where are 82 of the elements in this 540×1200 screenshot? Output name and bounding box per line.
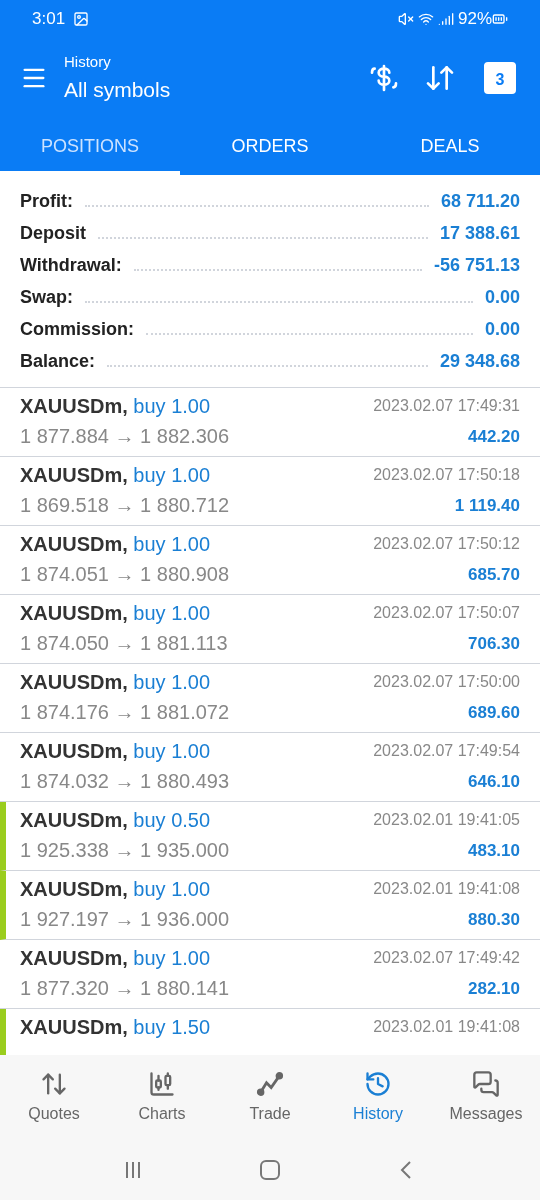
position-title: XAUUSDm, buy 1.00 xyxy=(20,946,212,971)
profit-value: 706.30 xyxy=(468,633,520,655)
wifi-icon xyxy=(417,11,434,27)
summary-label: Balance: xyxy=(20,350,96,373)
home-icon[interactable] xyxy=(260,1160,280,1180)
close-time: 2023.02.07 17:50:07 xyxy=(373,603,520,623)
tab[interactable]: ORDERS xyxy=(180,118,360,175)
close-time: 2023.02.07 17:50:00 xyxy=(373,672,520,692)
status-time: 3:01 xyxy=(32,8,66,31)
summary-label: Swap: xyxy=(20,286,73,309)
summary-label: Profit: xyxy=(20,190,73,213)
close-time: 2023.02.01 19:41:05 xyxy=(373,810,520,830)
header-title: All symbols xyxy=(64,76,171,103)
position-title: XAUUSDm, buy 1.00 xyxy=(20,463,212,488)
price-change: 1 877.884 → 1 882.306 xyxy=(20,424,230,449)
close-time: 2023.02.07 17:50:12 xyxy=(373,534,520,554)
position-row[interactable]: XAUUSDm, buy 1.00 1 874.032 → 1 880.493 2023.02.07 17:49:54 646.10 xyxy=(0,733,540,802)
position-row[interactable]: XAUUSDm, buy 1.00 1 877.320 → 1 880.141 2023.02.07 17:49:42 282.10 xyxy=(0,940,540,1009)
mute-icon xyxy=(397,11,414,27)
position-title: XAUUSDm, buy 0.50 xyxy=(20,808,212,833)
position-title: XAUUSDm, buy 1.00 xyxy=(20,739,212,764)
line-chart-icon xyxy=(256,1069,284,1098)
image-icon xyxy=(73,11,90,27)
close-time: 2023.02.01 19:41:08 xyxy=(373,1017,520,1037)
battery-percent: 92% xyxy=(457,8,492,31)
battery-icon xyxy=(492,11,508,27)
position-title: XAUUSDm, buy 1.00 xyxy=(20,394,212,419)
close-time: 2023.02.07 17:49:54 xyxy=(373,741,520,761)
profit-value: 646.10 xyxy=(468,771,520,793)
profit-value: 483.10 xyxy=(468,840,520,862)
summary-label: Commission: xyxy=(20,318,134,341)
candlestick-icon xyxy=(148,1069,176,1098)
summary-value: -56 751.13 xyxy=(433,254,520,277)
position-row[interactable]: XAUUSDm, buy 1.00 1 874.176 → 1 881.072 2023.02.07 17:50:00 689.60 xyxy=(0,664,540,733)
position-title: XAUUSDm, buy 1.50 xyxy=(20,1015,211,1040)
close-time: 2023.02.07 17:50:18 xyxy=(373,465,520,485)
position-row[interactable]: XAUUSDm, buy 0.50 1 925.338 → 1 935.000 2023.02.01 19:41:05 483.10 xyxy=(0,802,540,871)
price-change: 1 925.338 → 1 935.000 xyxy=(20,838,230,863)
profit-value: 689.60 xyxy=(468,702,520,724)
price-change: 1 869.518 → 1 880.712 xyxy=(20,493,230,518)
nav-tab[interactable]: Quotes xyxy=(0,1055,108,1140)
nav-tab[interactable]: Messages xyxy=(432,1055,540,1140)
profit-value: 1 119.40 xyxy=(454,495,520,517)
currency-exchange-button[interactable] xyxy=(368,62,400,94)
position-title: XAUUSDm, buy 1.00 xyxy=(20,601,212,626)
position-title: XAUUSDm, buy 1.00 xyxy=(20,532,212,557)
summary-value: 17 388.61 xyxy=(439,222,520,245)
summary-value: 0.00 xyxy=(484,318,520,341)
price-change: 1 874.050 → 1 881.113 xyxy=(20,631,228,656)
position-row[interactable]: XAUUSDm, buy 1.00 1 869.518 → 1 880.712 2023.02.07 17:50:18 1 119.40 xyxy=(0,457,540,526)
profit-value: 442.20 xyxy=(468,426,520,448)
summary-value: 68 711.20 xyxy=(440,190,520,213)
header-subtitle: History xyxy=(64,52,112,72)
history-icon xyxy=(364,1069,392,1098)
position-row[interactable]: XAUUSDm, buy 1.00 1 877.884 → 1 882.306 2023.02.07 17:49:31 442.20 xyxy=(0,388,540,457)
nav-tab[interactable]: Trade xyxy=(216,1055,324,1140)
price-change: 1 877.320 → 1 880.141 xyxy=(20,976,230,1001)
close-time: 2023.02.01 19:41:08 xyxy=(373,879,520,899)
position-title: XAUUSDm, buy 1.00 xyxy=(20,877,212,902)
signal-icon xyxy=(437,11,454,27)
tab[interactable]: DEALS xyxy=(360,118,540,175)
close-time: 2023.02.07 17:49:42 xyxy=(373,948,520,968)
position-row[interactable]: XAUUSDm, buy 1.00 1 874.050 → 1 881.113 2023.02.07 17:50:07 706.30 xyxy=(0,595,540,664)
position-row[interactable]: XAUUSDm, buy 1.00 1 874.051 → 1 880.908 2023.02.07 17:50:12 685.70 xyxy=(0,526,540,595)
profit-value: 880.30 xyxy=(468,909,520,931)
close-time: 2023.02.07 17:49:31 xyxy=(373,396,520,416)
chat-bubbles-icon xyxy=(472,1069,500,1098)
price-change: 1 874.051 → 1 880.908 xyxy=(20,562,230,587)
nav-tab[interactable]: Charts xyxy=(108,1055,216,1140)
summary-value: 29 348.68 xyxy=(439,350,520,373)
position-title: XAUUSDm, buy 1.00 xyxy=(20,670,212,695)
profit-value: 282.10 xyxy=(468,978,520,1000)
price-change: 1 874.176 → 1 881.072 xyxy=(20,700,230,725)
position-row[interactable]: XAUUSDm, buy 1.00 1 927.197 → 1 936.000 2023.02.01 19:41:08 880.30 xyxy=(0,871,540,940)
summary-label: Withdrawal: xyxy=(20,254,122,277)
nav-tab[interactable]: History xyxy=(324,1055,432,1140)
price-change: 1 874.032 → 1 880.493 xyxy=(20,769,230,794)
summary-value: 0.00 xyxy=(484,286,520,309)
price-change: 1 927.197 → 1 936.000 xyxy=(20,907,230,932)
summary-label: Deposit xyxy=(20,222,86,245)
calendar-button[interactable]: 3 xyxy=(484,62,516,94)
profit-value: 685.70 xyxy=(468,564,520,586)
